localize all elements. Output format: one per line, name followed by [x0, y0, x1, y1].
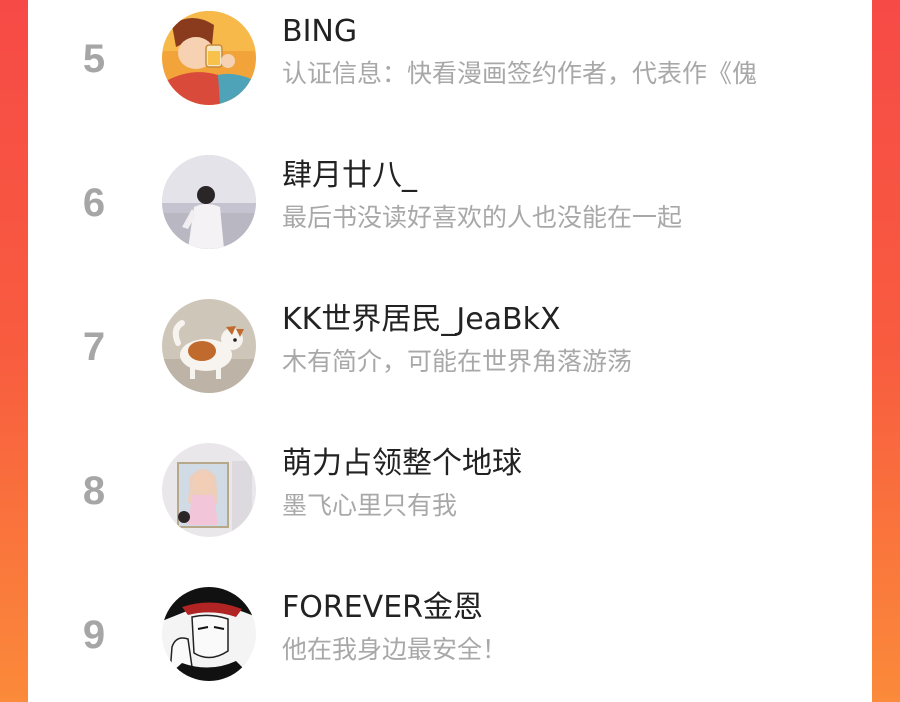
user-bio: 墨飞心里只有我: [282, 491, 458, 520]
avatar-cartoon-drinking-icon[interactable]: [162, 11, 256, 105]
rank-number: 9: [82, 613, 106, 657]
avatar-anime-poster-icon[interactable]: [162, 443, 256, 537]
user-bio: 木有简介，可能在世界角落游荡: [282, 347, 633, 376]
user-bio: 最后书没读好喜欢的人也没能在一起: [282, 203, 683, 232]
ranking-row[interactable]: 8 萌力占领整个地球 墨飞心里只有我: [28, 432, 872, 576]
rank-number: 6: [82, 181, 106, 225]
ranking-row[interactable]: 6 肆月廿八_ 最后书没读好喜欢的人也没能在一起: [28, 144, 872, 288]
avatar-manga-man-icon[interactable]: [162, 587, 256, 681]
user-name[interactable]: 萌力占领整个地球: [282, 444, 522, 484]
user-name[interactable]: BING: [282, 12, 357, 52]
user-bio: 他在我身边最安全！: [282, 635, 508, 664]
user-name[interactable]: KK世界居民_JeaBkX: [282, 300, 561, 340]
rank-number: 8: [82, 469, 106, 513]
user-name[interactable]: FOREVER金恩: [282, 588, 483, 628]
ranking-card: 5 BING 认证信息：快看漫画签约作者，代表作《傀 6 肆月廿八_ 最后书没读…: [28, 0, 872, 702]
user-bio: 认证信息：快看漫画签约作者，代表作《傀: [282, 59, 758, 88]
rank-number: 5: [82, 37, 106, 81]
ranking-row[interactable]: 9 FOREVER金恩 他在我身边最安全！: [28, 576, 872, 702]
avatar-dog-icon[interactable]: [162, 299, 256, 393]
avatar-person-beach-icon[interactable]: [162, 155, 256, 249]
ranking-row[interactable]: 5 BING 认证信息：快看漫画签约作者，代表作《傀: [28, 0, 872, 144]
user-name[interactable]: 肆月廿八_: [282, 156, 417, 196]
ranking-row[interactable]: 7 KK世界居民_JeaBkX 木有简介，可能在世界角落游荡: [28, 288, 872, 432]
rank-number: 7: [82, 325, 106, 369]
